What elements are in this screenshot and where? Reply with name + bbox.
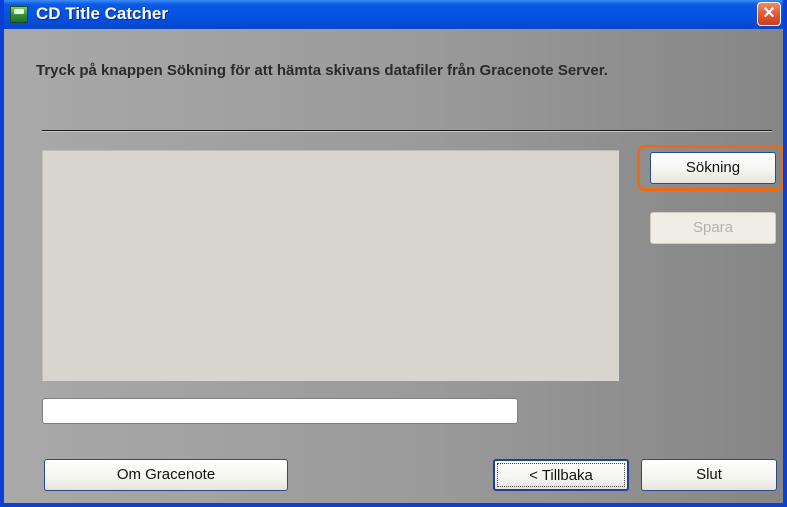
back-button[interactable]: < Tillbaka — [493, 459, 629, 491]
divider — [42, 130, 772, 132]
progress-field — [42, 398, 518, 424]
search-button[interactable]: Sökning — [650, 152, 776, 184]
app-window: CD Title Catcher ✕ Tryck på knappen Sökn… — [0, 0, 787, 507]
title-bar[interactable]: CD Title Catcher ✕ — [4, 0, 783, 29]
about-gracenote-button[interactable]: Om Gracenote — [44, 459, 288, 491]
quit-button[interactable]: Slut — [641, 459, 777, 491]
close-button[interactable]: ✕ — [757, 2, 781, 26]
window-title: CD Title Catcher — [36, 4, 168, 23]
instruction-text: Tryck på knappen Sökning för att hämta s… — [36, 62, 608, 79]
app-icon — [10, 6, 28, 23]
results-panel[interactable] — [42, 150, 619, 381]
save-button[interactable]: Spara — [650, 212, 776, 244]
